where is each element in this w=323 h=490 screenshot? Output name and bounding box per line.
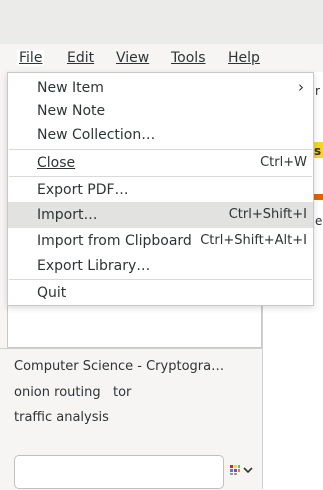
menu-item-new-collection[interactable]: New Collection… <box>8 122 313 148</box>
menu-item-export-library[interactable]: Export Library… <box>8 253 313 279</box>
menu-item-import[interactable]: Import… Ctrl+Shift+I <box>8 202 313 228</box>
menu-file[interactable]: File <box>17 50 45 66</box>
menu-view[interactable]: View <box>116 50 149 66</box>
menu-item-close[interactable]: Close Ctrl+W <box>8 150 313 176</box>
peek-tag-color <box>313 194 323 200</box>
menu-edit[interactable]: Edit <box>67 50 94 66</box>
menu-tools[interactable]: Tools <box>171 50 206 66</box>
window-titlebar <box>0 0 323 45</box>
peek-text: r <box>315 84 320 98</box>
tag-item[interactable]: Computer Science - Cryptogra… <box>14 359 224 374</box>
menu-help[interactable]: Help <box>228 50 260 66</box>
chevron-down-icon <box>242 467 253 474</box>
peek-text: e <box>315 214 323 228</box>
menu-item-import-clipboard[interactable]: Import from Clipboard Ctrl+Shift+Alt+I <box>8 228 313 254</box>
chevron-right-icon: › <box>298 78 304 96</box>
menubar: File Edit View Tools Help <box>0 44 323 72</box>
peek-text: s <box>314 144 322 158</box>
file-menu: New Item › New Note New Collection… Clos… <box>7 72 314 306</box>
tag-search-input[interactable] <box>14 455 224 489</box>
tag-actions-button[interactable] <box>226 461 256 479</box>
menu-item-quit[interactable]: Quit <box>8 280 313 306</box>
collections-pane <box>7 304 262 348</box>
menu-item-new-note[interactable]: New Note <box>8 98 313 124</box>
menu-item-export-pdf[interactable]: Export PDF… <box>8 177 313 203</box>
color-grid-icon <box>229 465 240 475</box>
tag-item[interactable]: traffic analysis <box>14 410 109 425</box>
tag-item[interactable]: onion routing tor <box>14 385 131 400</box>
